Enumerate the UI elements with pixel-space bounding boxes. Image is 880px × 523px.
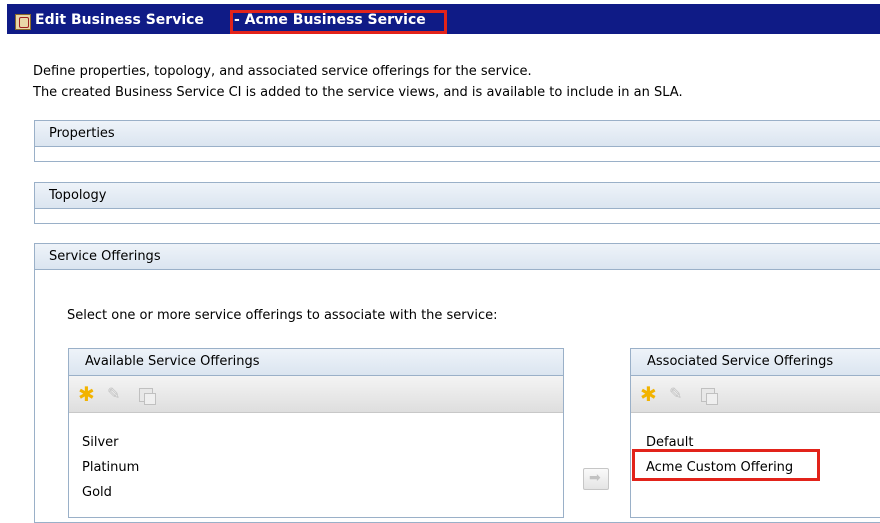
available-offerings-header: Available Service Offerings (69, 349, 563, 376)
available-item-platinum[interactable]: Platinum (82, 460, 139, 475)
edit-pencil-icon[interactable]: ✎ (107, 385, 125, 403)
available-item-silver[interactable]: Silver (82, 435, 119, 450)
window-title: Edit Business Service (35, 12, 204, 28)
topology-panel: Topology (34, 182, 880, 224)
arrow-right-icon: ➡ (589, 470, 601, 486)
service-offerings-instruction: Select one or more service offerings to … (67, 308, 498, 323)
java-app-icon (15, 14, 31, 30)
topology-header[interactable]: Topology (35, 183, 880, 209)
move-right-button[interactable]: ➡ (583, 468, 609, 490)
description-line-2: The created Business Service CI is added… (33, 85, 683, 100)
new-star-icon[interactable]: ✱ (78, 384, 96, 404)
new-star-icon[interactable]: ✱ (640, 384, 658, 404)
title-bar-background: Edit Business Service - Acme Business Se… (7, 4, 880, 34)
offering-highlight-box (632, 449, 820, 481)
associated-offerings-toolbar: ✱ ✎ (631, 376, 880, 413)
service-offerings-header[interactable]: Service Offerings (35, 244, 880, 270)
available-item-gold[interactable]: Gold (82, 485, 112, 500)
available-offerings-panel: Available Service Offerings ✱ ✎ (68, 348, 564, 518)
edit-pencil-icon[interactable]: ✎ (669, 385, 687, 403)
properties-header[interactable]: Properties (35, 121, 880, 147)
title-highlight-box (230, 10, 447, 34)
title-bar: Edit Business Service - Acme Business Se… (0, 0, 880, 36)
description-line-1: Define properties, topology, and associa… (33, 64, 532, 79)
associated-offerings-panel: Associated Service Offerings ✱ ✎ (630, 348, 880, 518)
associated-item-default[interactable]: Default (646, 435, 694, 450)
available-offerings-toolbar: ✱ ✎ (69, 376, 563, 413)
duplicate-icon[interactable] (139, 388, 156, 405)
duplicate-icon[interactable] (701, 388, 718, 405)
properties-panel: Properties (34, 120, 880, 162)
associated-offerings-header: Associated Service Offerings (631, 349, 880, 376)
